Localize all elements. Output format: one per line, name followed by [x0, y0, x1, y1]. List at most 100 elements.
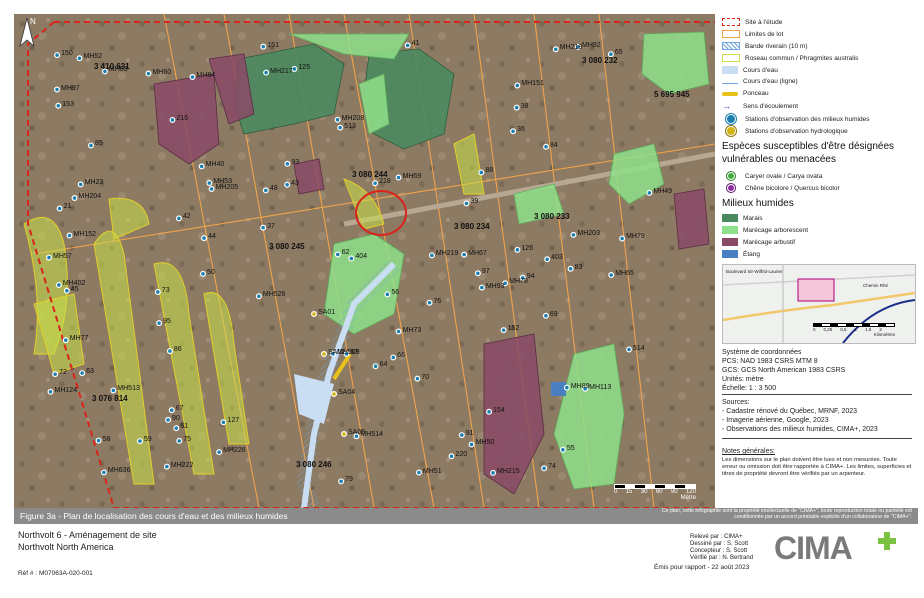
- wetland-station-marker[interactable]: [201, 235, 208, 242]
- wetland-station-marker[interactable]: [458, 432, 465, 439]
- wetland-station-marker[interactable]: [206, 180, 213, 187]
- hydro-station-marker[interactable]: [311, 311, 318, 318]
- wetland-station-marker[interactable]: [145, 70, 152, 77]
- wetland-station-marker[interactable]: [490, 469, 497, 476]
- wetland-station-marker[interactable]: [169, 116, 176, 123]
- wetland-station-marker[interactable]: [514, 246, 521, 253]
- wetland-station-marker[interactable]: [384, 291, 391, 298]
- wetland-station-marker[interactable]: [216, 449, 223, 456]
- wetland-station-marker[interactable]: [156, 320, 163, 327]
- wetland-station-marker[interactable]: [54, 52, 61, 59]
- wetland-station-marker[interactable]: [52, 371, 59, 378]
- wetland-station-marker[interactable]: [619, 235, 626, 242]
- wetland-station-marker[interactable]: [66, 232, 73, 239]
- wetland-station-marker[interactable]: [478, 284, 485, 291]
- wetland-station-marker[interactable]: [173, 425, 180, 432]
- wetland-station-marker[interactable]: [95, 437, 102, 444]
- wetland-station-marker[interactable]: [513, 104, 520, 111]
- wetland-station-marker[interactable]: [71, 195, 78, 202]
- wetland-station-marker[interactable]: [510, 128, 517, 135]
- wetland-station-marker[interactable]: [414, 375, 421, 382]
- wetland-station-marker[interactable]: [474, 270, 481, 277]
- wetland-station-marker[interactable]: [208, 185, 215, 192]
- station-label: MH57: [53, 252, 72, 260]
- wetland-station-marker[interactable]: [372, 363, 379, 370]
- wetland-station-marker[interactable]: [56, 205, 63, 212]
- wetland-station-marker[interactable]: [87, 142, 94, 149]
- wetland-station-marker[interactable]: [63, 287, 70, 294]
- wetland-station-marker[interactable]: [199, 270, 206, 277]
- wetland-station-marker[interactable]: [55, 281, 62, 288]
- wetland-station-marker[interactable]: [348, 255, 355, 262]
- wetland-station-marker[interactable]: [76, 55, 83, 62]
- map-canvas[interactable]: 3 410 631 3 080 232 5 695 945 3 080 244 3 08…: [14, 14, 715, 508]
- wetland-station-marker[interactable]: [334, 251, 341, 258]
- wetland-station-marker[interactable]: [62, 337, 69, 344]
- location-inset-map[interactable]: Boulevard Sir-Wilfrid-Laurier Chemin Rhé…: [722, 264, 916, 344]
- wetland-station-marker[interactable]: [47, 388, 54, 395]
- wetland-station-marker[interactable]: [163, 463, 170, 470]
- wetland-station-marker[interactable]: [543, 143, 550, 150]
- wetland-station-marker[interactable]: [567, 265, 574, 272]
- wetland-station-marker[interactable]: [486, 408, 493, 415]
- wetland-station-marker[interactable]: [395, 174, 402, 181]
- wetland-station-marker[interactable]: [448, 453, 455, 460]
- source-line: - Imagerie aérienne, Google, 2023: [722, 417, 829, 424]
- wetland-station-marker[interactable]: [552, 46, 559, 53]
- wetland-station-marker[interactable]: [646, 189, 653, 196]
- wetland-station-marker[interactable]: [570, 231, 577, 238]
- wetland-station-marker[interactable]: [404, 42, 411, 49]
- wetland-station-marker[interactable]: [544, 256, 551, 263]
- wetland-station-marker[interactable]: [55, 102, 62, 109]
- wetland-station-marker[interactable]: [338, 478, 345, 485]
- wetland-station-marker[interactable]: [79, 370, 86, 377]
- wetland-station-marker[interactable]: [468, 441, 475, 448]
- hydro-station-marker[interactable]: [341, 431, 348, 438]
- wetland-station-marker[interactable]: [220, 419, 227, 426]
- wetland-station-marker[interactable]: [100, 469, 107, 476]
- wetland-station-marker[interactable]: [500, 327, 507, 334]
- wetland-station-marker[interactable]: [334, 116, 341, 123]
- wetland-station-marker[interactable]: [559, 446, 566, 453]
- wetland-station-marker[interactable]: [390, 354, 397, 361]
- wetland-station-marker[interactable]: [198, 163, 205, 170]
- wetland-station-marker[interactable]: [461, 251, 468, 258]
- wetland-station-marker[interactable]: [372, 180, 379, 187]
- wetland-station-marker[interactable]: [415, 469, 422, 476]
- wetland-station-marker[interactable]: [542, 312, 549, 319]
- wetland-station-marker[interactable]: [337, 124, 344, 131]
- wetland-station-marker[interactable]: [154, 288, 161, 295]
- wetland-station-marker[interactable]: [563, 384, 570, 391]
- station-label: MH513: [117, 385, 140, 393]
- wetland-station-marker[interactable]: [608, 272, 615, 279]
- wetland-station-marker[interactable]: [77, 181, 84, 188]
- wetland-station-marker[interactable]: [54, 86, 61, 93]
- wetland-station-marker[interactable]: [541, 465, 548, 472]
- wetland-station-marker[interactable]: [260, 224, 267, 231]
- wetland-station-marker[interactable]: [189, 74, 196, 81]
- wetland-station-marker[interactable]: [260, 43, 267, 50]
- wetland-station-marker[interactable]: [46, 254, 53, 261]
- station-label: 95: [163, 318, 171, 326]
- wetland-station-marker[interactable]: [168, 407, 175, 414]
- wetland-station-marker[interactable]: [478, 169, 485, 176]
- wetland-station-marker[interactable]: [395, 328, 402, 335]
- wetland-station-marker[interactable]: [255, 293, 262, 300]
- wetland-station-marker[interactable]: [428, 252, 435, 259]
- wetland-station-marker[interactable]: [110, 387, 117, 394]
- wetland-station-marker[interactable]: [176, 437, 183, 444]
- wetland-station-marker[interactable]: [166, 348, 173, 355]
- wetland-station-marker[interactable]: [426, 299, 433, 306]
- wetland-station-marker[interactable]: [165, 416, 172, 423]
- hydro-station-marker[interactable]: [321, 351, 328, 358]
- wetland-station-marker[interactable]: [284, 160, 291, 167]
- wetland-station-marker[interactable]: [463, 200, 470, 207]
- wetland-station-marker[interactable]: [263, 69, 270, 76]
- wetland-station-marker[interactable]: [136, 438, 143, 445]
- wetland-station-marker[interactable]: [626, 346, 633, 353]
- wetland-station-marker[interactable]: [262, 187, 269, 194]
- wetland-station-marker[interactable]: [514, 82, 521, 89]
- wetland-station-marker[interactable]: [284, 181, 291, 188]
- wetland-station-marker[interactable]: [175, 215, 182, 222]
- hydro-station-marker[interactable]: [331, 391, 338, 398]
